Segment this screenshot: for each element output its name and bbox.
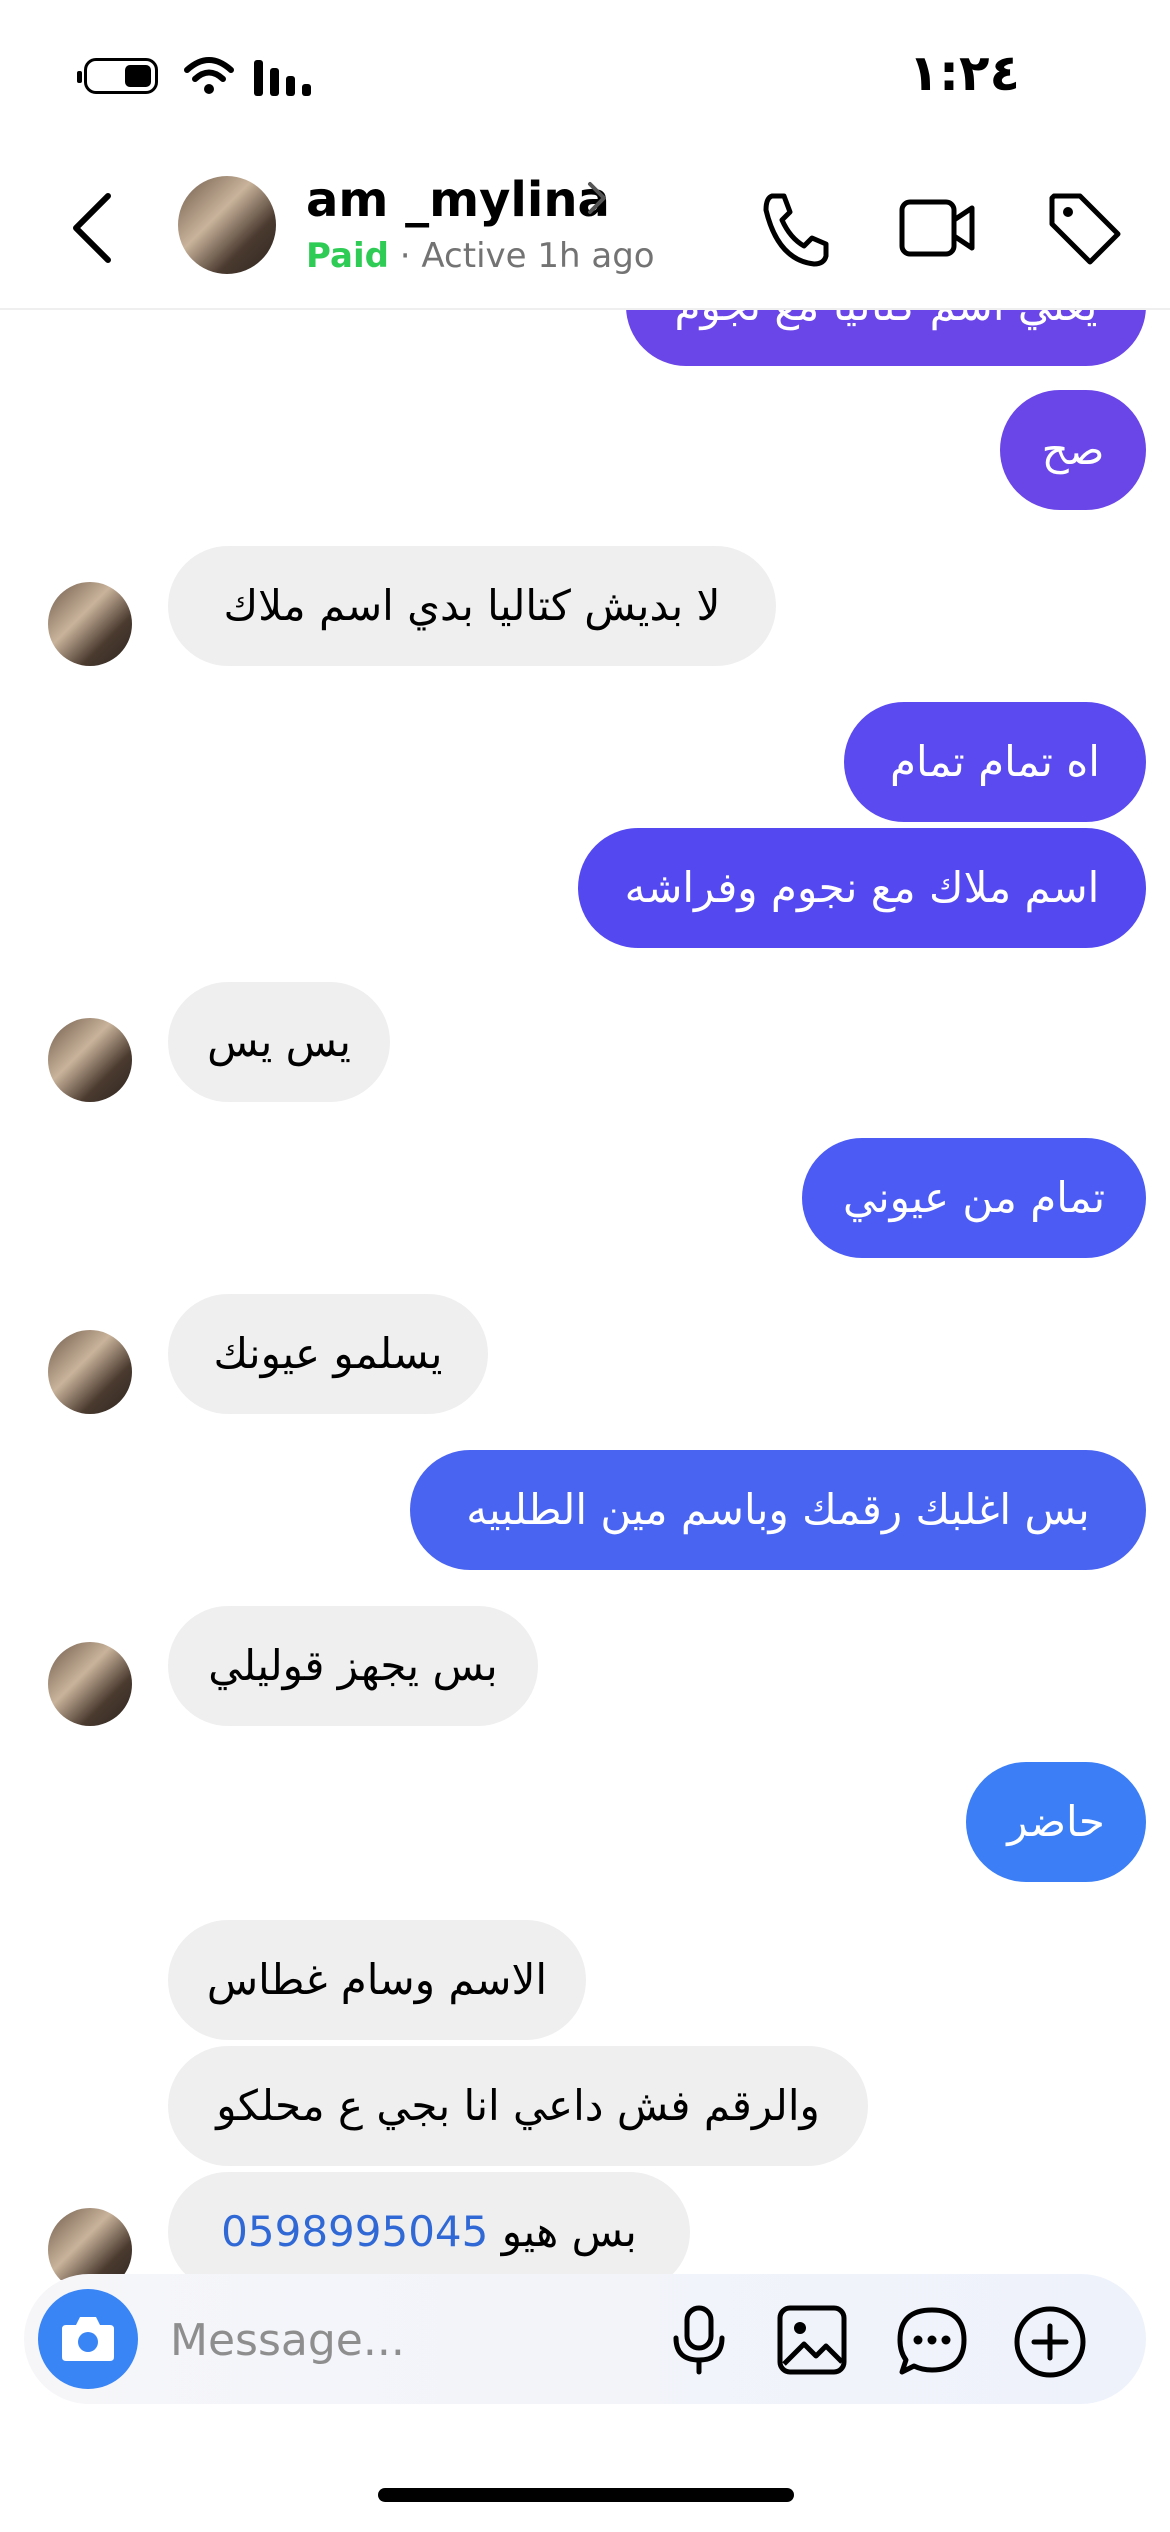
- message-outgoing[interactable]: بس اغلبك رقمك وباسم مين الطلبيه: [410, 1450, 1146, 1570]
- status-bar: ١:٢٤: [0, 0, 1170, 150]
- message-incoming[interactable]: والرقم فش داعي انا بجي ع محلكو: [168, 2046, 868, 2166]
- message-outgoing[interactable]: يعني اسم كتاليا مع نجوم: [626, 308, 1146, 366]
- message-incoming[interactable]: لا بديش كتاليا بدي اسم ملاك: [168, 546, 776, 666]
- paid-label: Paid: [306, 236, 389, 276]
- video-call-icon[interactable]: [898, 188, 978, 268]
- user-status: Paid · Active 1h ago: [306, 236, 655, 276]
- sender-avatar[interactable]: [48, 2208, 132, 2280]
- active-status: Active 1h ago: [421, 236, 655, 276]
- home-indicator[interactable]: [378, 2488, 794, 2502]
- username[interactable]: am _mylina: [306, 172, 610, 228]
- message-incoming[interactable]: الاسم وسام غطاس: [168, 1920, 586, 2040]
- sticker-chat-icon[interactable]: [894, 2304, 970, 2380]
- phone-number-link[interactable]: 0598995045: [221, 2207, 488, 2256]
- message-input[interactable]: [168, 2306, 652, 2374]
- message-outgoing[interactable]: اه تمام تمام: [844, 702, 1146, 822]
- message-composer: [24, 2274, 1146, 2404]
- message-outgoing[interactable]: صح: [1000, 390, 1146, 510]
- message-thread: يعني اسم كتاليا مع نجوم صح لا بديش كتالي…: [0, 308, 1170, 2280]
- signal-icon: [254, 60, 311, 96]
- chevron-right-icon[interactable]: [584, 178, 610, 218]
- sender-avatar[interactable]: [48, 1330, 132, 1414]
- sender-avatar[interactable]: [48, 1642, 132, 1726]
- chat-header: am _mylina Paid · Active 1h ago: [0, 150, 1170, 310]
- wifi-icon: [184, 57, 234, 94]
- separator-dot: ·: [399, 236, 411, 276]
- tag-icon[interactable]: [1046, 188, 1122, 268]
- phone-call-icon[interactable]: [758, 188, 830, 268]
- message-incoming[interactable]: بس هيو 0598995045: [168, 2172, 690, 2280]
- battery-icon: [77, 58, 158, 94]
- add-icon[interactable]: [1012, 2304, 1088, 2380]
- message-text: بس هيو: [501, 2207, 637, 2256]
- sender-avatar[interactable]: [48, 1018, 132, 1102]
- message-outgoing[interactable]: اسم ملاك مع نجوم وفراشه: [578, 828, 1146, 948]
- message-incoming[interactable]: بس يجهز قوليلي: [168, 1606, 538, 1726]
- avatar[interactable]: [178, 176, 276, 274]
- sender-avatar[interactable]: [48, 582, 132, 666]
- message-outgoing[interactable]: حاضر: [966, 1762, 1146, 1882]
- gallery-icon[interactable]: [776, 2304, 848, 2376]
- back-arrow-icon[interactable]: [60, 188, 130, 268]
- status-time: ١:٢٤: [908, 44, 1020, 102]
- microphone-icon[interactable]: [664, 2304, 734, 2376]
- message-outgoing[interactable]: تمام من عيوني: [802, 1138, 1146, 1258]
- camera-button[interactable]: [38, 2289, 138, 2389]
- message-incoming[interactable]: يس يس: [168, 982, 390, 1102]
- camera-icon: [62, 2317, 114, 2361]
- message-incoming[interactable]: يسلمو عيونك: [168, 1294, 488, 1414]
